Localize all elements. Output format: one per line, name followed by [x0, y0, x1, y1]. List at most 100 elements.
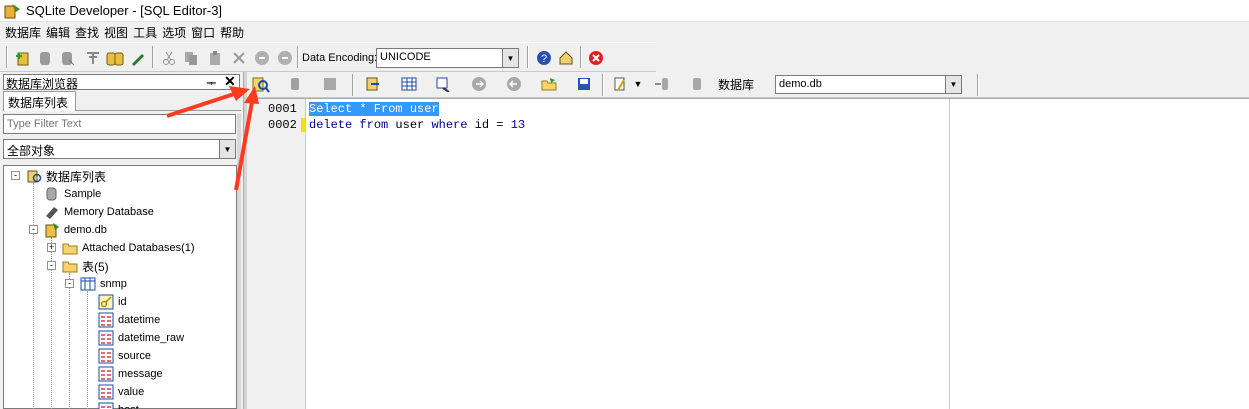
filter-input[interactable] [3, 114, 236, 134]
open-file-icon[interactable] [540, 75, 558, 93]
pin-icon[interactable]: ᆍ [206, 75, 216, 91]
window-title: SQLite Developer - [SQL Editor-3] [26, 3, 223, 18]
home-icon[interactable] [557, 49, 575, 67]
collapse-toggle[interactable]: - [65, 279, 74, 288]
encoding-value: UNICODE [380, 51, 431, 63]
chevron-down-icon[interactable]: ▼ [945, 76, 961, 93]
tree-item-column-value[interactable]: value [98, 383, 144, 401]
tree-root[interactable]: 数据库列表 [26, 167, 106, 185]
help-icon[interactable]: ? [535, 49, 553, 67]
chevron-down-icon[interactable]: ▼ [219, 140, 235, 158]
app-icon [4, 4, 20, 19]
close-icon[interactable]: ✕ [224, 73, 236, 90]
tree-item-label: value [118, 386, 145, 398]
menu-help[interactable]: 帮助 [219, 22, 248, 41]
scrollbar[interactable] [237, 114, 241, 409]
tree-item-column-datetime[interactable]: datetime [98, 311, 160, 329]
add-database-icon[interactable] [14, 49, 32, 67]
tree-item-tables[interactable]: 表(5) [62, 257, 109, 275]
stop-icon[interactable] [286, 75, 304, 93]
keyword-delete: delete [309, 118, 353, 132]
svg-text:?: ? [541, 53, 547, 65]
toolbar-separator [580, 46, 582, 68]
encoding-label: Data Encoding: [302, 52, 378, 64]
tree-item-column-id[interactable]: id [98, 293, 127, 311]
previous-icon[interactable] [505, 75, 523, 93]
collapse-toggle[interactable]: - [47, 261, 56, 270]
line-number-gutter [247, 99, 306, 409]
next-icon[interactable] [470, 75, 488, 93]
menu-tools[interactable]: 工具 [132, 22, 161, 41]
collapse-toggle[interactable]: - [11, 171, 20, 180]
save-icon[interactable] [575, 75, 593, 93]
stop-square-icon[interactable] [321, 75, 339, 93]
sql-editor[interactable] [247, 98, 1249, 409]
column-icon [98, 330, 114, 346]
menu-window[interactable]: 窗口 [190, 22, 219, 41]
code-line-2[interactable]: delete from user where id = 13 [309, 118, 525, 132]
exit-icon[interactable] [587, 49, 605, 67]
menu-bar: 数据库 编辑 查找 视图 工具 选项 窗口 帮助 [0, 22, 1249, 41]
search-icon[interactable] [434, 75, 452, 93]
keyword-where: where [431, 118, 468, 132]
object-filter-select[interactable]: 全部对象 ▼ [3, 139, 236, 159]
tree-item-column-datetime-raw[interactable]: datetime_raw [98, 329, 184, 347]
tree-item-label: message [118, 368, 163, 380]
database-select-value: demo.db [779, 78, 822, 90]
tab-database-list[interactable]: 数据库列表 [3, 91, 76, 111]
tree-item-attached-databases[interactable]: Attached Databases(1) [62, 239, 195, 257]
execute-query-icon[interactable] [252, 75, 270, 93]
panel-title: 数据库浏览器 [6, 77, 79, 91]
undo-icon[interactable] [253, 49, 271, 67]
chevron-down-icon[interactable]: ▼ [502, 49, 518, 67]
cut-icon[interactable] [160, 49, 178, 67]
database-gray-icon[interactable] [688, 75, 706, 93]
sql-edit-icon[interactable] [129, 49, 147, 67]
tree-item-column-message[interactable]: message [98, 365, 163, 383]
code-line-1-selected[interactable]: Select * From user [309, 102, 439, 116]
toolbar-separator [602, 74, 604, 96]
tree-item-memory-database[interactable]: Memory Database [44, 203, 154, 221]
memory-icon [44, 204, 60, 220]
explain-icon[interactable] [364, 75, 382, 93]
tree-item-label: Sample [64, 188, 102, 200]
close-database-icon[interactable] [58, 49, 76, 67]
number-literal: 13 [510, 118, 526, 132]
column-icon [98, 366, 114, 382]
column-icon [98, 312, 114, 328]
open-database-icon[interactable] [36, 49, 54, 67]
tree-item-column-source[interactable]: source [98, 347, 151, 365]
line-number: 0001 [268, 102, 297, 116]
tree-item-column-host[interactable]: host [98, 401, 139, 409]
right-margin-line [949, 99, 950, 409]
primary-key-icon [98, 294, 114, 310]
encoding-select[interactable]: UNICODE ▼ [376, 48, 519, 68]
collapse-toggle[interactable]: - [29, 225, 38, 234]
table-tools-icon[interactable] [84, 49, 102, 67]
tree-item-sample[interactable]: Sample [44, 185, 101, 203]
delete-icon[interactable] [230, 49, 248, 67]
grid-icon[interactable] [400, 75, 418, 93]
menu-view[interactable]: 视图 [103, 22, 132, 41]
database-select[interactable]: demo.db ▼ [775, 75, 962, 94]
tree-item-table-snmp[interactable]: snmp [80, 275, 127, 293]
menu-database[interactable]: 数据库 [4, 22, 45, 41]
line-number: 0002 [268, 118, 297, 132]
databases-icon[interactable] [106, 49, 124, 67]
menu-find[interactable]: 查找 [74, 22, 103, 41]
tree-item-label: host [118, 404, 139, 409]
chevron-down-icon[interactable]: ▼ [629, 75, 647, 93]
folder-icon [62, 240, 78, 256]
menu-options[interactable]: 选项 [161, 22, 190, 41]
database-icon [44, 186, 60, 202]
redo-icon[interactable] [276, 49, 294, 67]
tab-divider [76, 110, 241, 111]
menu-edit[interactable]: 编辑 [45, 22, 74, 41]
copy-icon[interactable] [182, 49, 200, 67]
import-icon[interactable] [653, 75, 671, 93]
script-icon[interactable] [611, 75, 629, 93]
tree-item-demo-db[interactable]: demo.db [44, 221, 107, 239]
paste-icon[interactable] [206, 49, 224, 67]
tree-item-label: source [118, 350, 152, 362]
expand-toggle[interactable]: + [47, 243, 56, 252]
